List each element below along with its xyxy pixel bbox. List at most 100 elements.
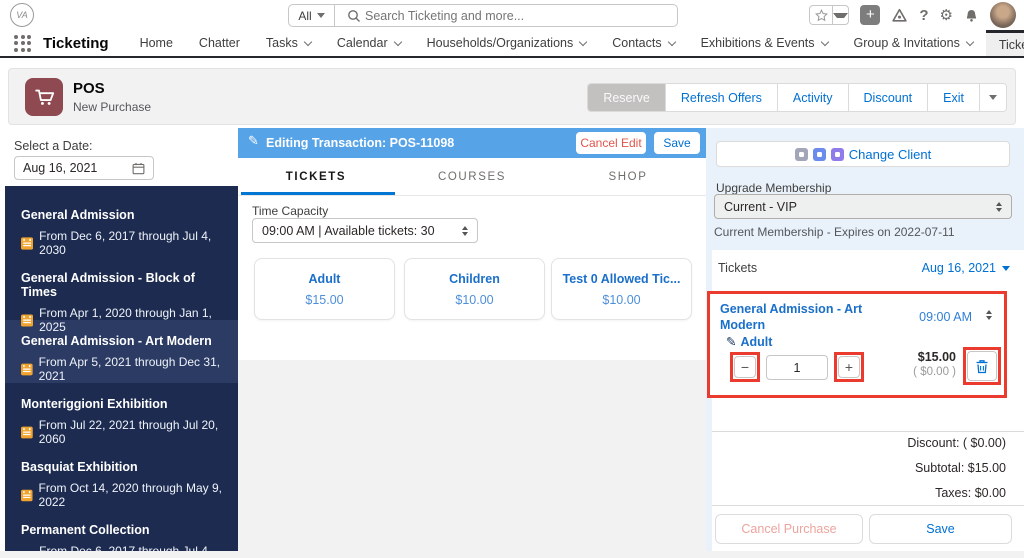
- user-avatar[interactable]: [990, 2, 1016, 28]
- nav-tab-ticketing[interactable]: Ticketing: [985, 30, 1024, 56]
- favorites-star-icon[interactable]: [810, 6, 832, 24]
- ticket-type-card-test[interactable]: Test 0 Allowed Tic... $10.00: [551, 258, 692, 320]
- banner-save-button[interactable]: Save: [654, 132, 700, 154]
- change-client-button[interactable]: Change Client: [716, 141, 1010, 167]
- event-item[interactable]: General Admission - Block of Times From …: [5, 257, 238, 334]
- divider: [712, 505, 1024, 506]
- nav-tab-chatter[interactable]: Chatter: [186, 30, 253, 56]
- tab-tickets[interactable]: TICKETS: [238, 158, 394, 195]
- page-title: POS: [73, 80, 105, 97]
- time-capacity-select[interactable]: 09:00 AM | Available tickets: 30: [252, 218, 478, 243]
- chevron-down-icon: [316, 13, 325, 18]
- stepper-icon: [462, 225, 468, 236]
- page-subtitle: New Purchase: [73, 100, 152, 114]
- date-label: Select a Date:: [14, 139, 93, 153]
- tickets-date-dropdown[interactable]: Aug 16, 2021: [922, 261, 1010, 275]
- cancel-purchase-button[interactable]: Cancel Purchase: [715, 514, 863, 544]
- date-events-sidebar: Select a Date: Aug 16, 2021 General Admi…: [0, 128, 238, 551]
- event-item[interactable]: Basquiat Exhibition From Oct 14, 2020 th…: [5, 446, 238, 509]
- tab-shop[interactable]: SHOP: [550, 158, 706, 195]
- trailhead-icon[interactable]: [891, 8, 908, 23]
- nav-tab-tasks[interactable]: Tasks: [253, 30, 324, 56]
- actions-dropdown-button[interactable]: [979, 84, 1006, 111]
- stepper-icon: [996, 201, 1002, 212]
- event-item[interactable]: Monteriggioni Exhibition From Jul 22, 20…: [5, 383, 238, 446]
- editing-transaction-banner: ✎ Editing Transaction: POS-11098 Cancel …: [238, 128, 706, 158]
- quick-create-icon[interactable]: +: [860, 5, 881, 25]
- date-picker-input[interactable]: Aug 16, 2021: [14, 156, 154, 180]
- tab-courses[interactable]: COURSES: [394, 158, 550, 195]
- screen: VA All + ? ⚙: [0, 0, 1024, 558]
- account-icon: [812, 147, 826, 161]
- setup-gear-icon[interactable]: ⚙: [940, 6, 953, 24]
- nav-tab-home[interactable]: Home: [127, 30, 186, 56]
- favorites-caret-icon[interactable]: [832, 6, 849, 24]
- taxes-total: Taxes: $0.00: [935, 486, 1006, 500]
- save-purchase-button[interactable]: Save: [869, 514, 1012, 544]
- refresh-offers-button[interactable]: Refresh Offers: [664, 84, 777, 111]
- edit-pencil-icon: ✎: [248, 134, 259, 149]
- membership-expiry-note: Current Membership - Expires on 2022-07-…: [714, 225, 955, 239]
- chevron-down-icon: [820, 37, 829, 46]
- nav-tab-exhibitions[interactable]: Exhibitions & Events: [688, 30, 841, 56]
- trash-icon: [976, 359, 988, 373]
- calendar-icon: [21, 489, 33, 501]
- increase-quantity-button[interactable]: +: [838, 356, 860, 378]
- utility-bar: VA All + ? ⚙: [0, 0, 1024, 30]
- calendar-icon: [21, 363, 33, 375]
- quantity-input[interactable]: [766, 355, 828, 380]
- calendar-icon: [21, 236, 34, 250]
- decrease-quantity-button[interactable]: −: [734, 356, 756, 378]
- event-item[interactable]: General Admission From Dec 6, 2017 throu…: [5, 194, 238, 257]
- line-item-price: $15.00: [917, 350, 956, 364]
- cart-line-item-annotated: General Admission - Art Modern 09:00 AM …: [707, 291, 1007, 398]
- favorites-control: [809, 5, 850, 25]
- header-actions: Reserve Refresh Offers Activity Discount…: [587, 83, 1007, 112]
- tickets-section-label: Tickets: [718, 261, 758, 275]
- search-input[interactable]: [335, 5, 677, 26]
- global-search: All: [288, 4, 678, 27]
- chevron-down-icon: [1002, 265, 1010, 271]
- line-item-type[interactable]: ✎ Adult: [726, 334, 772, 349]
- company-logo[interactable]: VA: [10, 3, 34, 27]
- ticket-type-card-adult[interactable]: Adult $15.00: [254, 258, 395, 320]
- upgrade-membership-label: Upgrade Membership: [716, 181, 832, 195]
- nav-tabs: Home Chatter Tasks Calendar Households/O…: [127, 30, 1024, 56]
- line-item-name[interactable]: General Admission - Art Modern: [720, 301, 890, 333]
- divider: [712, 431, 1024, 432]
- delete-line-item-button[interactable]: [967, 351, 997, 381]
- app-launcher-icon[interactable]: [14, 34, 31, 52]
- chevron-down-icon: [393, 37, 402, 46]
- banner-text: Editing Transaction: POS-11098: [266, 136, 455, 150]
- cart-icon: [25, 78, 63, 116]
- help-icon[interactable]: ?: [919, 7, 928, 24]
- editor-tabs: TICKETS COURSES SHOP: [238, 158, 706, 196]
- nav-tab-contacts[interactable]: Contacts: [599, 30, 687, 56]
- calendar-icon: [21, 426, 33, 438]
- app-name: Ticketing: [43, 34, 109, 52]
- line-item-time[interactable]: 09:00 AM: [919, 310, 972, 324]
- chevron-down-icon: [303, 37, 313, 46]
- ticket-type-card-children[interactable]: Children $10.00: [404, 258, 545, 320]
- chevron-down-icon: [965, 37, 975, 46]
- exit-button[interactable]: Exit: [927, 84, 979, 111]
- time-stepper-icon[interactable]: [986, 310, 992, 320]
- edit-pencil-icon: ✎: [726, 334, 737, 349]
- nav-tab-households[interactable]: Households/Organizations: [414, 30, 600, 56]
- cancel-edit-button[interactable]: Cancel Edit: [576, 132, 646, 154]
- notifications-bell-icon[interactable]: [964, 8, 979, 23]
- chevron-down-icon: [667, 37, 676, 46]
- activity-button[interactable]: Activity: [776, 84, 848, 111]
- reserve-button[interactable]: Reserve: [588, 84, 665, 111]
- search-scope-dropdown[interactable]: All: [289, 5, 335, 26]
- discount-button[interactable]: Discount: [847, 84, 928, 111]
- discount-total: Discount: ( $0.00): [907, 436, 1006, 450]
- upgrade-membership-select[interactable]: Current - VIP: [714, 194, 1012, 219]
- nav-tab-calendar[interactable]: Calendar: [324, 30, 414, 56]
- search-icon: [348, 10, 360, 22]
- calendar-icon: [132, 162, 145, 174]
- nav-tab-group-invitations[interactable]: Group & Invitations: [841, 30, 986, 56]
- calendar-icon: [21, 313, 34, 327]
- event-item[interactable]: Permanent Collection From Dec 6, 2017 th…: [5, 509, 238, 551]
- page-background-strip: [0, 551, 1024, 558]
